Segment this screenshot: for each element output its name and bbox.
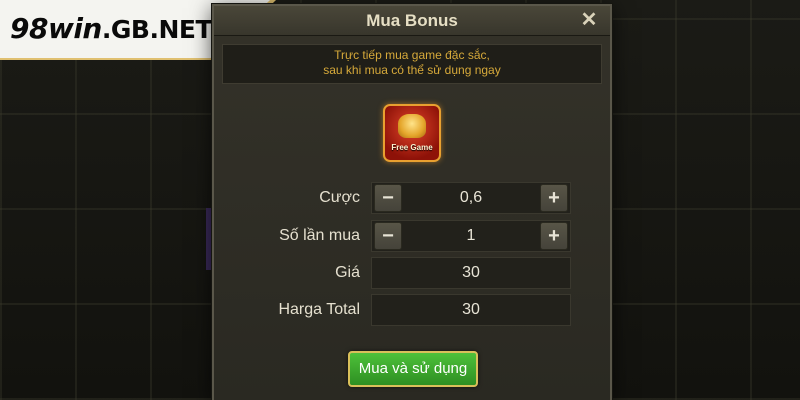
- total-label: Harga Total: [278, 301, 360, 318]
- bet-label: Cược: [319, 189, 360, 206]
- count-label: Số lần mua: [279, 227, 360, 244]
- free-game-label: Free Game: [391, 143, 433, 152]
- brand-suffix: .GB.NET: [101, 15, 213, 44]
- bet-plus-button[interactable]: +: [540, 184, 568, 212]
- price-label: Giá: [335, 264, 360, 281]
- bet-row: Cược 0,6 − +: [214, 182, 610, 214]
- dialog-title: Mua Bonus: [366, 11, 458, 30]
- count-plus-button[interactable]: +: [540, 222, 568, 250]
- count-minus-button[interactable]: −: [374, 222, 402, 250]
- notice-box: Trực tiếp mua game đặc sắc, sau khi mua …: [222, 44, 602, 84]
- price-value: 30: [371, 257, 571, 289]
- close-icon[interactable]: ✕: [578, 9, 600, 31]
- price-row: Giá 30: [214, 257, 610, 289]
- bet-minus-button[interactable]: −: [374, 184, 402, 212]
- brand-name: 98win: [10, 12, 102, 45]
- coins-icon: [398, 114, 426, 138]
- dialog-titlebar: Mua Bonus ✕: [214, 6, 610, 36]
- buy-and-use-button[interactable]: Mua và sử dụng: [348, 351, 478, 387]
- notice-line-1: Trực tiếp mua game đặc sắc,: [334, 48, 490, 62]
- free-game-icon: Free Game: [383, 104, 441, 162]
- count-row: Số lần mua 1 − +: [214, 220, 610, 252]
- buy-bonus-dialog: Mua Bonus ✕ Trực tiếp mua game đặc sắc, …: [212, 4, 612, 400]
- total-row: Harga Total 30: [214, 294, 610, 326]
- notice-line-2: sau khi mua có thể sử dụng ngay: [323, 63, 501, 77]
- total-value: 30: [371, 294, 571, 326]
